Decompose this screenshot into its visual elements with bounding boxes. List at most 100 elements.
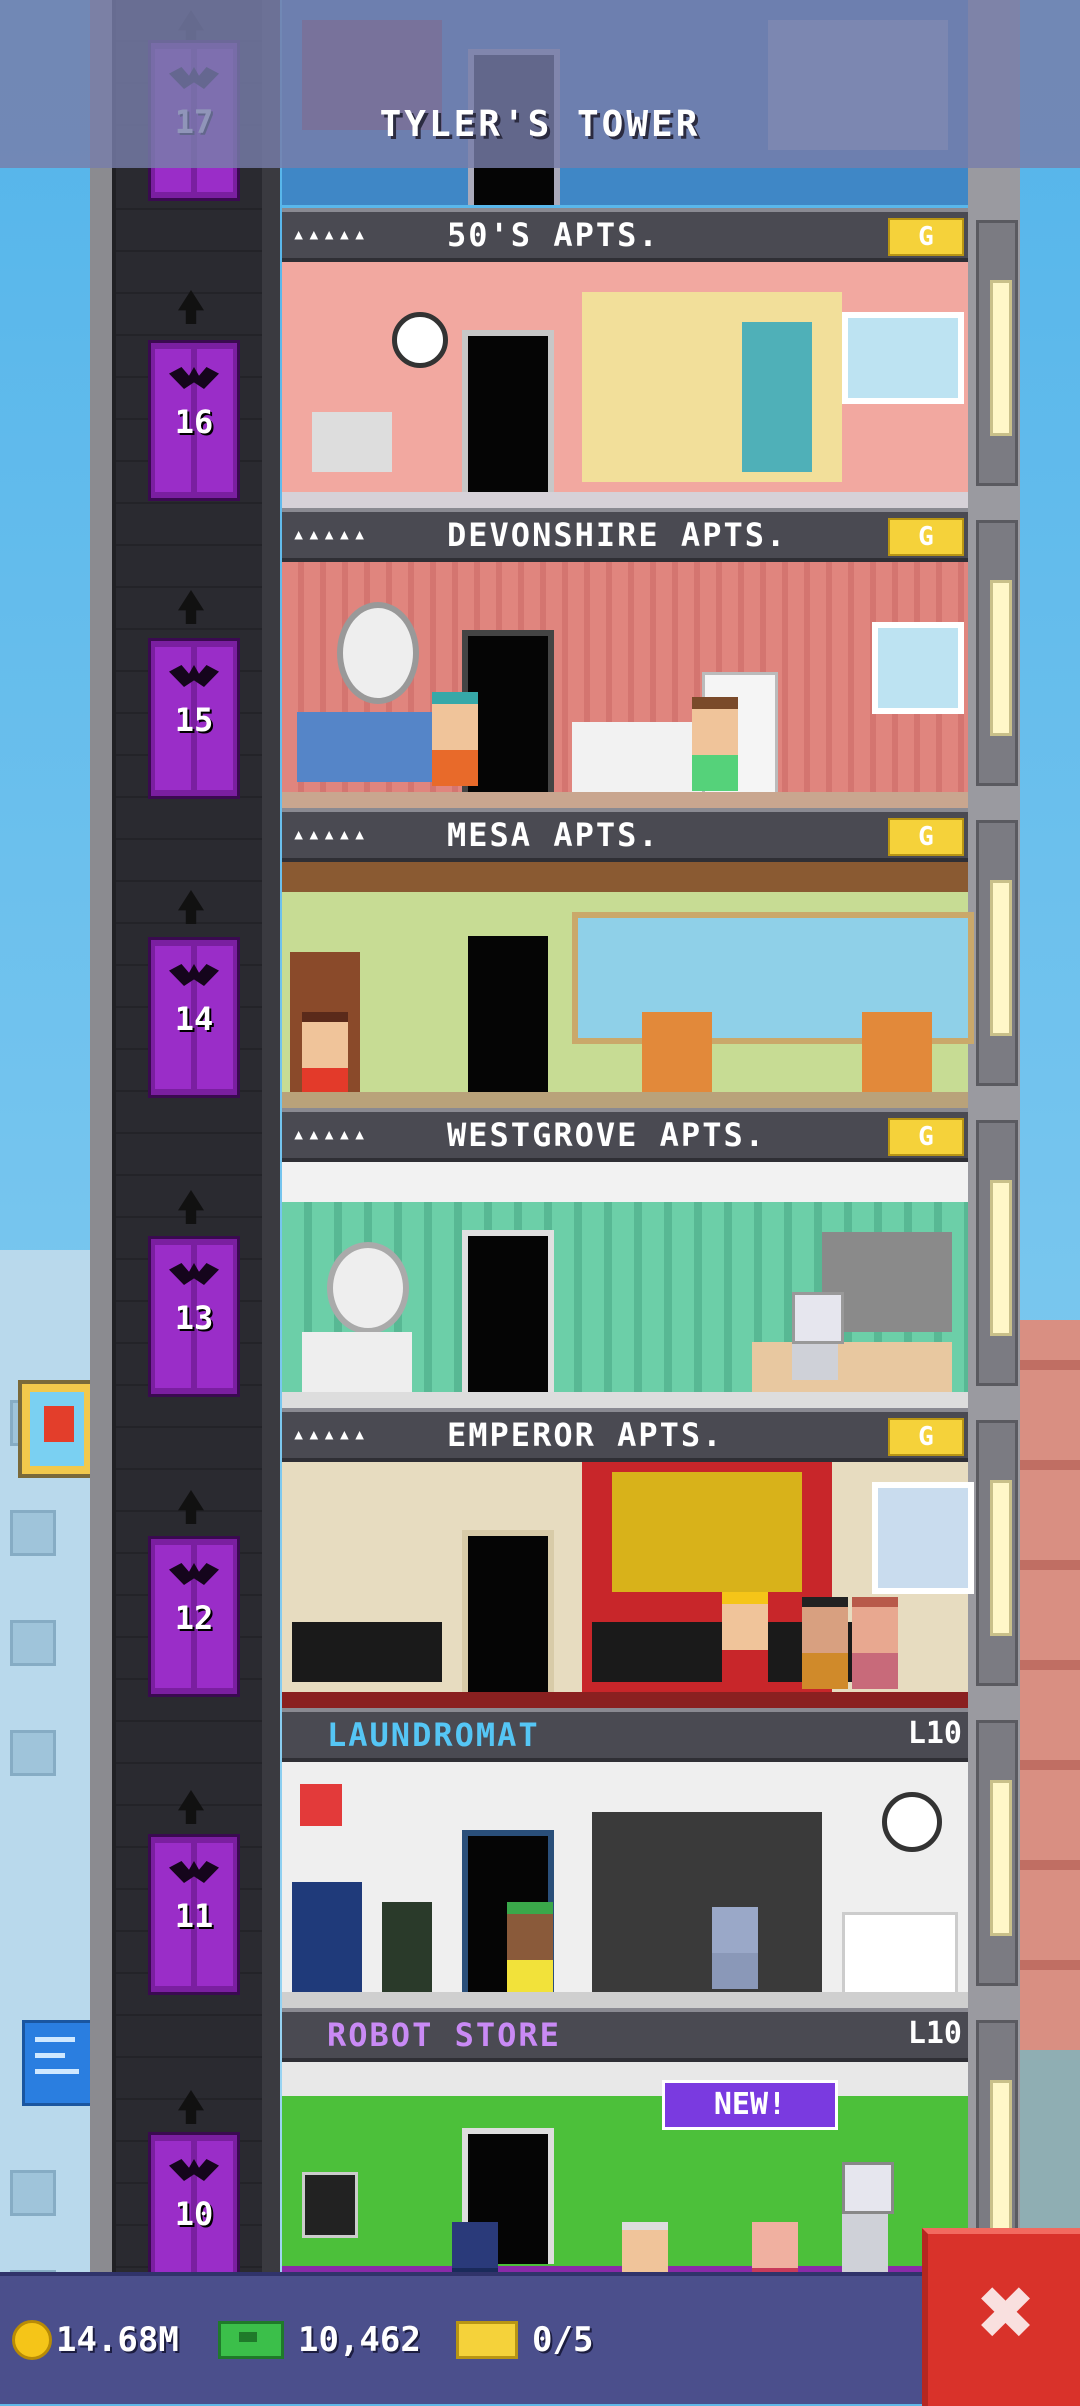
clock-icon — [882, 1792, 942, 1852]
window — [842, 312, 964, 404]
table — [312, 412, 392, 472]
floor-label-bar: ▴▴▴▴▴ DEVONSHIRE APTS. G — [282, 508, 968, 562]
floor-label-bar: ▴▴▴▴▴ 50'S APTS. G — [282, 208, 968, 262]
tower-title[interactable]: TYLER'S TOWER — [0, 104, 1080, 145]
bux-value: 10,462 — [298, 2320, 421, 2360]
rating-dots: ▴▴▴▴▴ — [292, 822, 369, 847]
mirror — [337, 602, 419, 704]
elevator-floor-number: 10 — [174, 2195, 214, 2233]
mirror — [327, 1242, 409, 1334]
floor-name: ROBOT STORE — [327, 2016, 561, 2054]
gold-wall — [612, 1472, 802, 1592]
tower-header: TYLER'S TOWER — [0, 0, 1080, 168]
floor-level: L10 — [907, 1716, 962, 1751]
new-badge[interactable]: NEW! — [662, 2080, 838, 2130]
floor-13[interactable]: ▴▴▴▴▴ WESTGROVE APTS. G — [282, 1108, 968, 1408]
floor-10[interactable]: ROBOT STORE L10 NEW! — [282, 2008, 968, 2312]
close-icon: ✖ — [978, 2256, 1036, 2368]
floor-label-bar: ▴▴▴▴▴ WESTGROVE APTS. G — [282, 1108, 968, 1162]
coin-icon — [12, 2320, 52, 2360]
fridge — [742, 322, 812, 472]
shaft-rail-left — [90, 0, 112, 2280]
ticket-icon — [456, 2321, 518, 2359]
tickets-value: 0/5 — [532, 2320, 594, 2360]
rating-dots: ▴▴▴▴▴ — [292, 222, 369, 247]
resident-sprite[interactable] — [507, 1902, 553, 1996]
floor-14[interactable]: ▴▴▴▴▴ MESA APTS. G — [282, 808, 974, 1108]
floor-name: WESTGROVE APTS. — [447, 1116, 766, 1154]
resident-sprite[interactable] — [692, 697, 738, 791]
floor-label-bar: ▴▴▴▴▴ MESA APTS. G — [282, 808, 968, 862]
rating-dots: ▴▴▴▴▴ — [292, 522, 369, 547]
room-interior — [282, 862, 974, 1108]
robot-resident-sprite[interactable] — [792, 1292, 844, 1380]
currency-footer: 14.68M 10,462 0/5 — [0, 2272, 1080, 2404]
room-interior: NEW! — [282, 2062, 968, 2312]
elevator-floor-number: 15 — [174, 701, 214, 739]
resident-sprite[interactable] — [302, 1012, 348, 1104]
room-interior — [282, 262, 968, 508]
clock-icon — [392, 312, 448, 368]
gold-badge[interactable]: G — [888, 1118, 964, 1156]
room-interior — [282, 562, 968, 808]
elevator-floor-number: 14 — [174, 1000, 214, 1038]
floor-level: L10 — [907, 2016, 962, 2051]
tickets-stat[interactable]: 0/5 — [456, 2312, 593, 2368]
resident-sprite[interactable] — [852, 1597, 898, 1689]
display-screen — [302, 2172, 358, 2238]
gold-badge[interactable]: G — [888, 218, 964, 256]
coins-stat[interactable]: 14.68M — [12, 2312, 179, 2368]
washing-machines — [592, 1812, 822, 1992]
floor-label-bar: LAUNDROMAT L10 — [282, 1708, 968, 1762]
gold-badge[interactable]: G — [888, 518, 964, 556]
resident-sprite[interactable] — [722, 1592, 768, 1686]
fries-billboard — [18, 1380, 96, 1478]
elevator-floor-number: 12 — [174, 1599, 214, 1637]
elevator-floor-number: 11 — [174, 1897, 214, 1935]
armchair — [642, 1012, 712, 1092]
vanity — [302, 1332, 412, 1392]
window — [872, 1482, 974, 1594]
close-button[interactable]: ✖ — [922, 2228, 1080, 2406]
elevator-car-16[interactable]: 16 — [148, 340, 240, 501]
shaft-rail-right — [262, 0, 280, 2280]
elephant-resident-sprite[interactable] — [712, 1907, 758, 1989]
floor-label-bar: ROBOT STORE L10 — [282, 2008, 968, 2062]
no-sign-icon — [300, 1784, 342, 1826]
tower-right-wall — [968, 0, 1020, 2286]
floor-name: MESA APTS. — [447, 816, 660, 854]
elevator-car-15[interactable]: 15 — [148, 638, 240, 799]
elevator-car-12[interactable]: 12 — [148, 1536, 240, 1697]
floor-name: LAUNDROMAT — [327, 1716, 540, 1754]
elevator-car-10[interactable]: 10 — [148, 2132, 240, 2293]
elevator-car-11[interactable]: 11 — [148, 1834, 240, 1995]
coins-value: 14.68M — [56, 2320, 179, 2360]
elevator-car-13[interactable]: 13 — [148, 1236, 240, 1397]
sideboard — [292, 1622, 442, 1682]
elevator-floor-number: 13 — [174, 1299, 214, 1337]
bux-icon — [218, 2321, 284, 2359]
armchair — [862, 1012, 932, 1092]
resident-sprite[interactable] — [802, 1597, 848, 1689]
floor-11[interactable]: LAUNDROMAT L10 — [282, 1708, 968, 2008]
bux-stat[interactable]: 10,462 — [218, 2312, 421, 2368]
elevator-car-14[interactable]: 14 — [148, 937, 240, 1098]
room-interior — [282, 1162, 968, 1408]
window — [872, 622, 964, 714]
floor-name: DEVONSHIRE APTS. — [447, 516, 788, 554]
floor-15[interactable]: ▴▴▴▴▴ DEVONSHIRE APTS. G — [282, 508, 968, 808]
room-interior — [282, 1762, 968, 2008]
room-interior — [282, 1462, 974, 1708]
gold-badge[interactable]: G — [888, 818, 964, 856]
sofa — [297, 712, 447, 782]
floor-label-bar: ▴▴▴▴▴ EMPEROR APTS. G — [282, 1408, 968, 1462]
resident-sprite[interactable] — [432, 692, 478, 786]
floor-name: EMPEROR APTS. — [447, 1416, 724, 1454]
floor-12[interactable]: ▴▴▴▴▴ EMPEROR APTS. G — [282, 1408, 974, 1708]
floor-name: 50'S APTS. — [447, 216, 660, 254]
gold-badge[interactable]: G — [888, 1418, 964, 1456]
dryer — [842, 1912, 958, 1998]
robot-resident-sprite[interactable] — [842, 2162, 894, 2284]
floor-16[interactable]: ▴▴▴▴▴ 50'S APTS. G — [282, 208, 968, 508]
rating-dots: ▴▴▴▴▴ — [292, 1422, 369, 1447]
